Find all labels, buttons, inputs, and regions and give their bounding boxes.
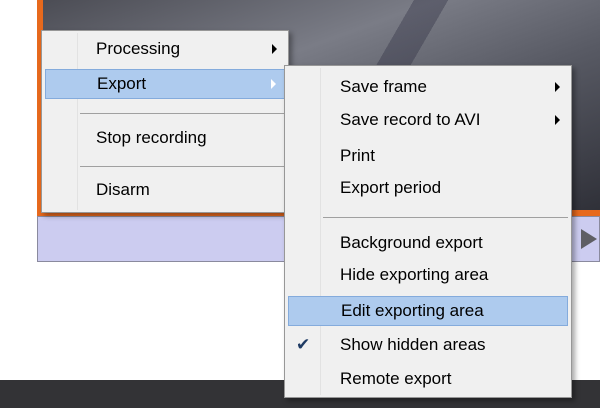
- submenu-arrow-icon: [555, 115, 560, 125]
- menu-item-label: Export period: [340, 178, 442, 197]
- menu-item-processing[interactable]: Processing: [45, 34, 285, 64]
- submenu-arrow-icon: [272, 44, 277, 54]
- menu-item-export-period[interactable]: Export period: [288, 173, 568, 203]
- menu-item-label: Hide exporting area: [340, 265, 489, 284]
- menu-item-label: Disarm: [96, 180, 150, 199]
- menu-item-disarm[interactable]: Disarm: [45, 175, 285, 205]
- menu-item-label: Save record to AVI: [340, 110, 481, 129]
- menu-item-edit-exporting-area[interactable]: Edit exporting area: [288, 296, 568, 326]
- menu-separator: [80, 166, 285, 167]
- menu-item-label: Show hidden areas: [340, 335, 486, 354]
- submenu-arrow-icon: [271, 79, 276, 89]
- menu-item-show-hidden-areas[interactable]: ✔ Show hidden areas: [288, 330, 568, 360]
- menu-item-label: Save frame: [340, 77, 427, 96]
- menu-item-export[interactable]: Export: [45, 69, 285, 99]
- menu-item-background-export[interactable]: Background export: [288, 228, 568, 258]
- menu-item-stop-recording[interactable]: Stop recording: [45, 123, 285, 153]
- menu-item-label: Print: [340, 146, 375, 165]
- context-menu: Processing Export Stop recording Disarm: [41, 30, 289, 213]
- menu-separator: [80, 113, 285, 114]
- menu-item-label: Remote export: [340, 369, 452, 388]
- export-submenu: Save frame Save record to AVI Print Expo…: [284, 65, 572, 398]
- menu-item-label: Edit exporting area: [341, 301, 484, 320]
- menu-item-print[interactable]: Print: [288, 141, 568, 171]
- next-arrow-icon[interactable]: [581, 229, 597, 249]
- menu-item-hide-exporting-area[interactable]: Hide exporting area: [288, 260, 568, 290]
- menu-separator: [323, 217, 568, 218]
- menu-item-label: Stop recording: [96, 128, 207, 147]
- submenu-arrow-icon: [555, 82, 560, 92]
- menu-item-save-record-to-avi[interactable]: Save record to AVI: [288, 105, 568, 135]
- menu-item-label: Export: [97, 74, 147, 93]
- menu-item-save-frame[interactable]: Save frame: [288, 72, 568, 102]
- menu-item-label: Background export: [340, 233, 483, 252]
- menu-item-remote-export[interactable]: Remote export: [288, 364, 568, 394]
- menu-item-label: Processing: [96, 39, 181, 58]
- check-mark-icon: ✔: [296, 335, 311, 354]
